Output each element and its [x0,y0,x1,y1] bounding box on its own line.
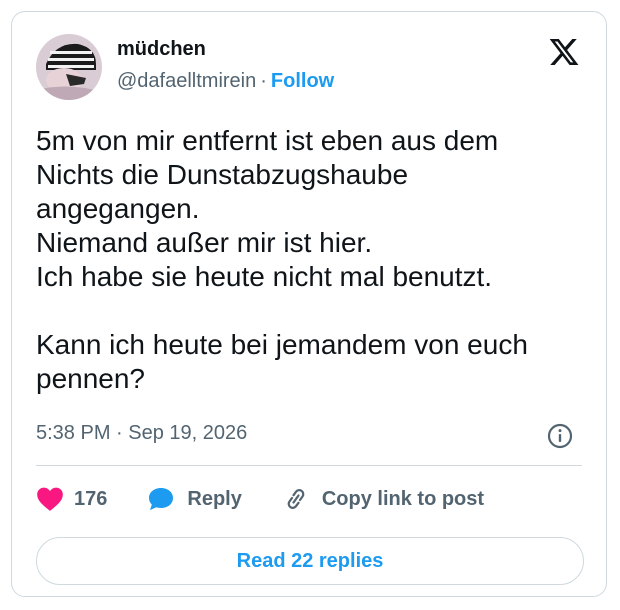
link-icon [282,486,310,512]
follow-button[interactable]: Follow [271,70,334,92]
copy-link-button[interactable]: Copy link to post [282,486,484,512]
copy-link-label: Copy link to post [321,487,485,510]
author-handle-row: @dafaelltmirein · Follow [117,70,334,93]
separator-dot: · [260,70,267,92]
info-icon[interactable] [546,422,574,450]
avatar[interactable] [36,34,102,100]
tweet-card: müdchen @dafaelltmirein · Follow 5m von mi… [11,11,607,597]
action-bar: 176 Reply Copy link to post [36,482,484,516]
heart-icon [36,486,64,512]
reply-button[interactable]: Reply [147,486,242,512]
reply-label: Reply [187,487,242,510]
x-logo-icon[interactable] [548,36,580,68]
like-button[interactable]: 176 [36,486,107,512]
like-count: 176 [74,487,108,510]
author-handle[interactable]: @dafaelltmirein [117,70,256,92]
speech-bubble-icon [147,486,175,512]
divider [36,465,582,466]
tweet-text: 5m von mir entfernt ist eben aus dem Nic… [36,125,528,394]
read-replies-button[interactable]: Read 22 replies [36,537,584,585]
author-name[interactable]: müdchen [117,38,206,61]
tweet-timestamp[interactable]: 5:38 PM · Sep 19, 2026 [36,422,247,445]
